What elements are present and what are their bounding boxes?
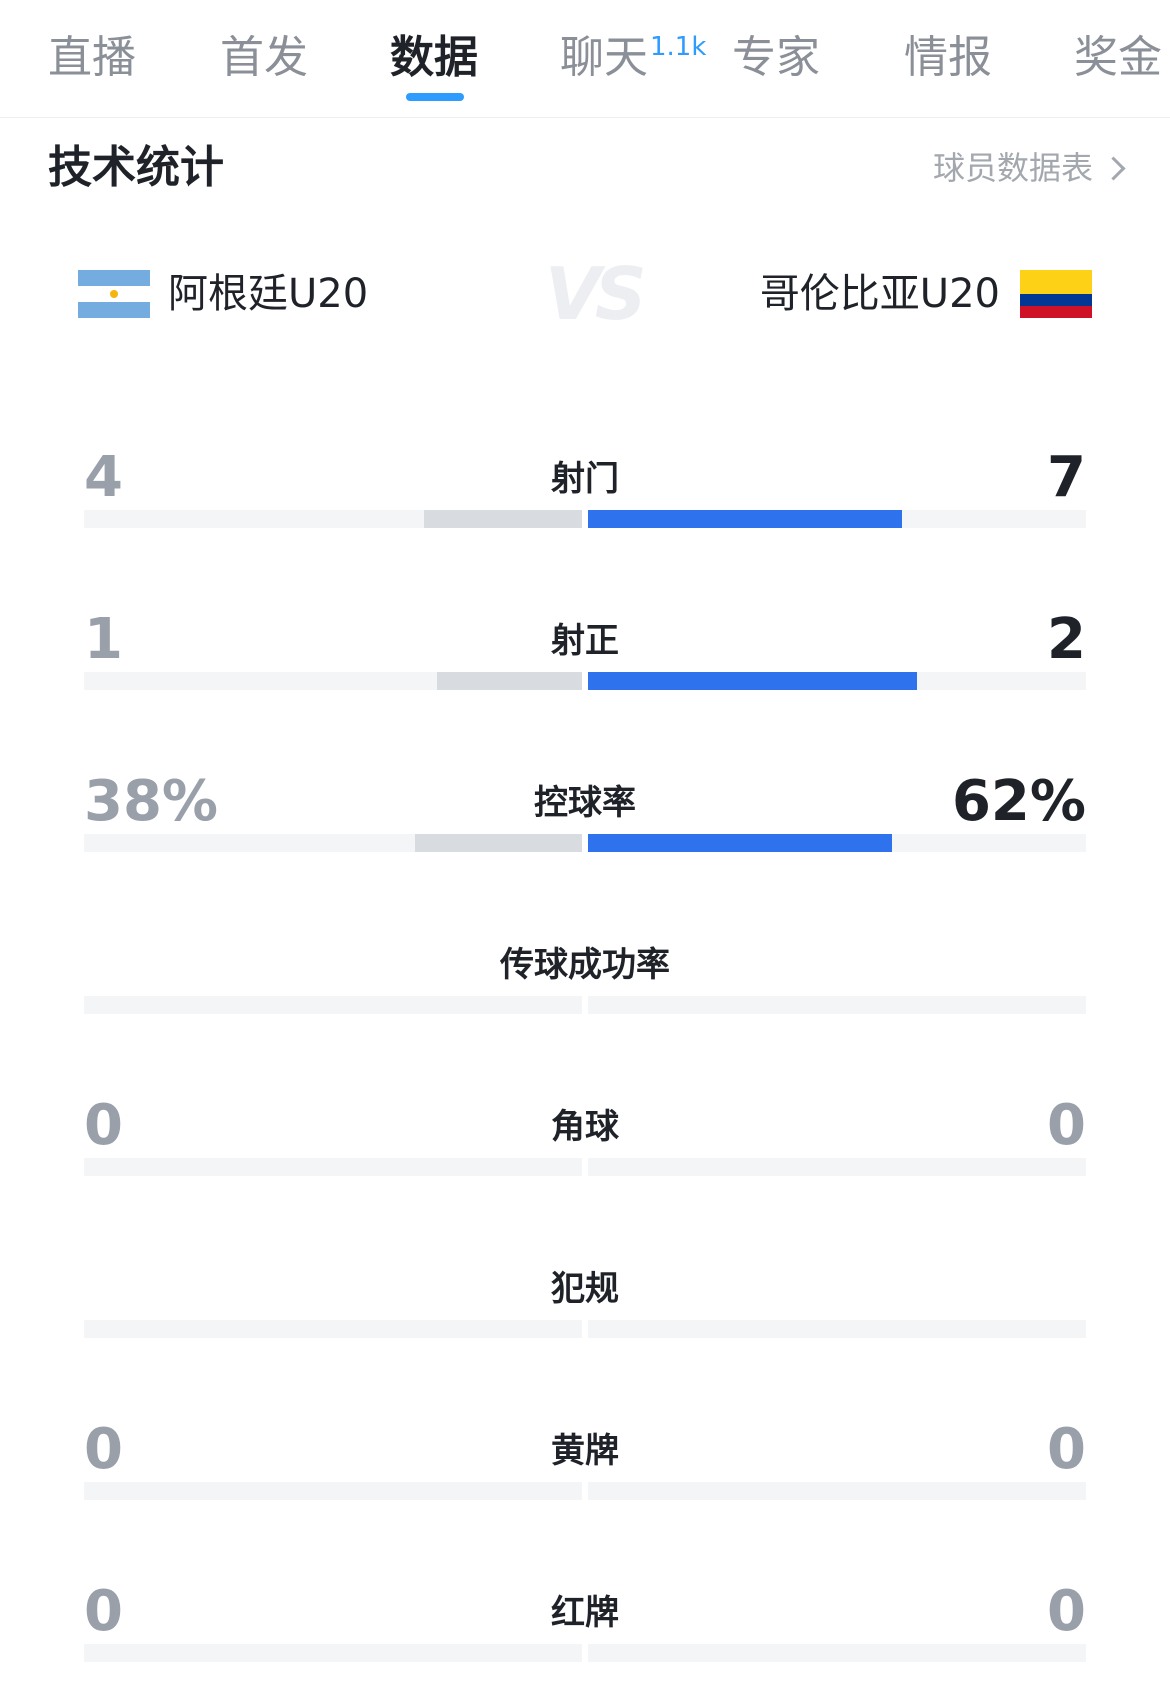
player-stats-link[interactable]: 球员数据表 [932,144,1126,192]
away-stat-bar [588,834,892,852]
away-stat-track [588,510,1086,528]
home-stat-track [84,996,582,1014]
away-stat-value: 7 [1047,445,1086,510]
away-stat-value: 2 [1047,607,1086,672]
stat-row: 犯规 [0,1256,1170,1366]
player-stats-link-label: 球员数据表 [932,149,1093,187]
away-stat-value: 0 [1047,1417,1086,1482]
home-stat-track [84,1320,582,1338]
stat-label: 黄牌 [551,1431,619,1471]
away-stat-value: 0 [1047,1579,1086,1644]
home-stat-track [84,1482,582,1500]
stat-label: 射门 [551,459,619,499]
away-stat-track [588,1320,1086,1338]
chevron-right-icon [1101,155,1126,181]
stat-label: 犯规 [551,1269,619,1309]
home-stat-track [84,1158,582,1176]
stat-row: 0 黄牌 0 [0,1418,1170,1528]
home-team-name: 阿根廷U20 [168,271,369,317]
stat-row: 38% 控球率 62% [0,770,1170,880]
team-header: 阿根廷U20 VS 哥伦比亚U20 [0,252,1170,336]
tab-live[interactable]: 直播 [48,28,136,88]
tab-chat[interactable]: 聊天 [560,28,648,88]
away-stat-track [588,1644,1086,1662]
stat-row: 0 红牌 0 [0,1580,1170,1690]
chat-count-badge: 1.1k [650,32,707,62]
home-stat-bar [415,834,582,852]
tab-intel[interactable]: 情报 [904,28,992,88]
stat-row: 传球成功率 [0,932,1170,1042]
tab-experts[interactable]: 专家 [732,28,820,88]
tab-data[interactable]: 数据 [390,28,478,88]
away-stat-track [588,1482,1086,1500]
argentina-flag-icon [78,270,150,318]
home-stat-track [84,1644,582,1662]
tab-lineup[interactable]: 首发 [220,28,308,88]
away-stat-track [588,1158,1086,1176]
stat-label: 红牌 [551,1593,619,1633]
home-stat-bar [437,672,582,690]
away-team-name: 哥伦比亚U20 [759,271,1000,317]
away-stat-bar [588,672,917,690]
vs-mark: VS [545,252,647,336]
stat-row: 1 射正 2 [0,608,1170,718]
home-stat-track [84,834,582,852]
away-stat-track [588,672,1086,690]
away-stat-track [588,834,1086,852]
stat-label: 传球成功率 [500,945,670,985]
stat-row: 4 射门 7 [0,446,1170,556]
colombia-flag-icon [1020,270,1092,318]
tab-bar: 直播 首发 数据 聊天 1.1k 专家 情报 奖金 [0,0,1170,118]
home-stat-track [84,672,582,690]
stat-label: 角球 [551,1107,619,1147]
section-title: 技术统计 [48,142,224,193]
home-stat-track [84,510,582,528]
away-stat-track [588,996,1086,1014]
tab-prize[interactable]: 奖金 [1074,28,1162,88]
home-stat-bar [424,510,582,528]
away-stat-value: 0 [1047,1093,1086,1158]
away-stat-bar [588,510,902,528]
stat-label: 射正 [551,621,619,661]
stat-row: 0 角球 0 [0,1094,1170,1204]
away-stat-value: 62% [951,769,1086,834]
active-tab-indicator [406,93,464,101]
